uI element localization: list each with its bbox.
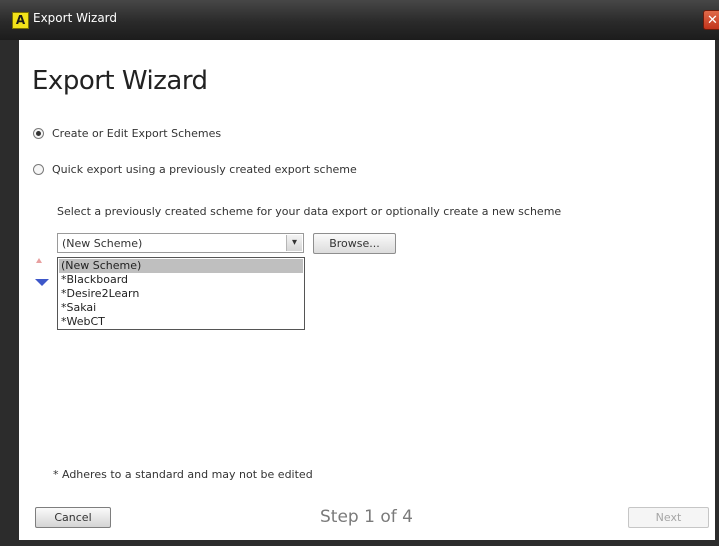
scheme-select-value: (New Scheme)	[62, 237, 143, 250]
option-create-edit[interactable]: Create or Edit Export Schemes	[33, 127, 221, 140]
option-quick-export[interactable]: Quick export using a previously created …	[33, 163, 357, 176]
next-button[interactable]: Next	[628, 507, 709, 528]
triangle-up-icon	[36, 258, 42, 263]
scheme-option-sakai[interactable]: *Sakai	[59, 301, 303, 315]
standard-footnote: * Adheres to a standard and may not be e…	[53, 468, 313, 481]
window-bottom-border	[0, 540, 719, 546]
scheme-option-blackboard[interactable]: *Blackboard	[59, 273, 303, 287]
close-button[interactable]: ✕	[703, 10, 719, 30]
scheme-option-webct[interactable]: *WebCT	[59, 315, 303, 329]
page-title: Export Wizard	[32, 66, 208, 96]
scheme-dropdown-list[interactable]: (New Scheme) *Blackboard *Desire2Learn *…	[57, 257, 305, 330]
cancel-button[interactable]: Cancel	[35, 507, 111, 528]
radio-quick-export[interactable]	[33, 164, 44, 175]
chevron-down-icon[interactable]: ▾	[286, 235, 302, 251]
title-bar[interactable]: A Export Wizard ✕	[0, 0, 719, 40]
option-create-edit-label[interactable]: Create or Edit Export Schemes	[52, 127, 221, 140]
option-quick-export-label[interactable]: Quick export using a previously created …	[52, 163, 357, 176]
scheme-select[interactable]: (New Scheme) ▾	[57, 233, 304, 253]
app-logo-icon: A	[12, 12, 29, 29]
browse-button[interactable]: Browse...	[313, 233, 396, 254]
radio-create-edit[interactable]	[33, 128, 44, 139]
scheme-helper-text: Select a previously created scheme for y…	[57, 205, 562, 218]
scheme-option-desire2learn[interactable]: *Desire2Learn	[59, 287, 303, 301]
step-indicator: Step 1 of 4	[320, 507, 413, 527]
triangle-down-icon	[35, 279, 49, 286]
window-title: Export Wizard	[33, 11, 118, 25]
scheme-option-new[interactable]: (New Scheme)	[59, 259, 303, 273]
